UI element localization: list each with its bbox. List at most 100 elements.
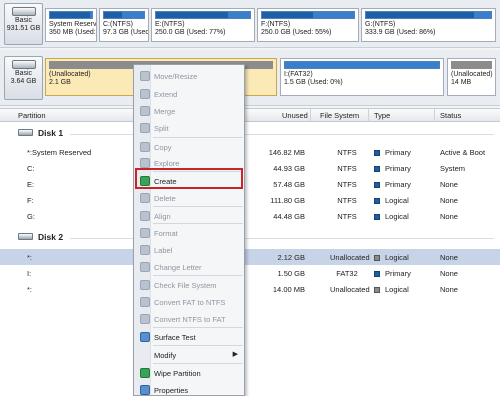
disk1-size: 931.51 GB — [6, 25, 41, 32]
cell-status: Active & Boot — [440, 148, 486, 157]
table-row[interactable]: G: 44.48 GB NTFS Logical None — [0, 208, 500, 224]
disk2-size: 3.64 GB — [10, 78, 37, 85]
type-swatch-icon — [374, 271, 380, 277]
hard-disk-icon — [11, 7, 36, 16]
col-partition[interactable]: Partition — [18, 111, 46, 120]
properties-icon — [140, 385, 150, 395]
menu-item-check-file-system[interactable]: Check File System — [135, 276, 244, 294]
copy-icon — [140, 142, 150, 152]
disk2-label: Disk 2 — [38, 232, 64, 242]
partition-detail: 97.3 GB (Used: — [103, 29, 149, 36]
partition-table: Disk 1 *:System Reserved 146.82 MB NTFS … — [0, 122, 500, 396]
usage-bar — [451, 61, 492, 69]
cell-partition: *: — [27, 253, 33, 262]
usage-bar — [155, 11, 251, 19]
disk1-partition-e[interactable]: E:(NTFS) 250.0 GB (Used: 77%) — [151, 8, 255, 42]
menu-item-surface-test[interactable]: Surface Test — [135, 328, 244, 346]
menu-item-wipe-partition[interactable]: Wipe Partition — [135, 364, 244, 382]
partition-name: G:(NTFS) — [365, 21, 396, 28]
col-status[interactable]: Status — [440, 111, 461, 120]
partition-detail: 350 MB (Used: — [49, 29, 96, 36]
table-row-selected[interactable]: *: 2.12 GB Unallocated Logical None — [0, 249, 500, 265]
partition-table-header: Partition Unused File System Type Status — [0, 108, 500, 122]
menu-item-move-resize[interactable]: Move/Resize — [135, 67, 244, 85]
cell-partition: C: — [27, 164, 35, 173]
disk1-partition-system-reserved[interactable]: System Reserv 350 MB (Used: — [45, 8, 97, 42]
type-swatch-icon — [374, 198, 380, 204]
table-row[interactable]: I: 1.50 GB FAT32 Primary None — [0, 265, 500, 281]
col-file-system[interactable]: File System — [320, 111, 359, 120]
cell-status: None — [440, 269, 458, 278]
disk2-group-header[interactable]: Disk 2 — [0, 230, 500, 246]
menu-item-split[interactable]: Split — [135, 119, 244, 137]
explore-icon — [140, 158, 150, 168]
disk2-map-row: Basic 3.64 GB (Unallocated) 2.1 GB I:(FA… — [0, 50, 500, 106]
table-row[interactable]: E: 57.48 GB NTFS Primary None — [0, 176, 500, 192]
hard-disk-icon — [18, 233, 33, 240]
disk1-group-header[interactable]: Disk 1 — [0, 126, 500, 142]
usage-bar — [261, 11, 355, 19]
partition-name: I:(FAT32) — [284, 71, 313, 78]
type-swatch-icon — [374, 287, 380, 293]
partition-name: E:(NTFS) — [155, 21, 185, 28]
menu-item-properties[interactable]: Properties — [135, 381, 244, 396]
label-icon — [140, 245, 150, 255]
partition-detail: 250.0 GB (Used: 55%) — [261, 29, 332, 36]
partition-name: System Reserv — [49, 21, 97, 28]
menu-item-label[interactable]: Label — [135, 241, 244, 259]
partition-detail: 250.0 GB (Used: 77%) — [155, 29, 226, 36]
disk1-type: Basic — [14, 17, 33, 24]
menu-item-extend[interactable]: Extend — [135, 85, 244, 103]
disk1-partition-c[interactable]: C:(NTFS) 97.3 GB (Used: — [99, 8, 149, 42]
menu-item-change-letter[interactable]: Change Letter — [135, 258, 244, 276]
table-row[interactable]: C: 44.93 GB NTFS Primary System — [0, 160, 500, 176]
cell-partition: F: — [27, 196, 34, 205]
type-swatch-icon — [374, 214, 380, 220]
delete-icon — [140, 193, 150, 203]
cell-fs: NTFS — [337, 148, 357, 157]
disk2-info[interactable]: Basic 3.64 GB — [4, 56, 43, 100]
cell-partition: *: — [27, 285, 33, 294]
disk1-label: Disk 1 — [38, 128, 64, 138]
disk1-partition-f[interactable]: F:(NTFS) 250.0 GB (Used: 55%) — [257, 8, 359, 42]
cell-type: Logical — [374, 285, 409, 294]
disk1-info[interactable]: Basic 931.51 GB — [4, 3, 43, 45]
cell-type: Primary — [374, 164, 411, 173]
partition-detail: 1.5 GB (Used: 0%) — [284, 79, 343, 86]
table-row[interactable]: F: 111.80 GB NTFS Logical None — [0, 192, 500, 208]
cell-fs: NTFS — [337, 212, 357, 221]
cell-status: None — [440, 285, 458, 294]
menu-item-delete[interactable]: Delete — [135, 189, 244, 207]
cell-type: Primary — [374, 180, 411, 189]
menu-item-modify[interactable]: Modify ▶ — [135, 346, 244, 364]
table-row[interactable]: *:System Reserved 146.82 MB NTFS Primary… — [0, 144, 500, 160]
cell-fs: NTFS — [337, 196, 357, 205]
disk1-partition-g[interactable]: G:(NTFS) 333.9 GB (Used: 86%) — [361, 8, 496, 42]
cell-type: Logical — [374, 196, 409, 205]
usage-bar — [49, 11, 93, 19]
cell-unused: 14.00 MB — [272, 285, 305, 294]
wipe-partition-icon — [140, 368, 150, 378]
usage-bar — [284, 61, 440, 69]
cell-unused: 44.93 GB — [273, 164, 305, 173]
cell-type: Logical — [374, 212, 409, 221]
menu-item-convert-ntfs-to-fat[interactable]: Convert NTFS to FAT — [135, 310, 244, 328]
menu-item-merge[interactable]: Merge — [135, 102, 244, 120]
context-menu: Move/Resize Extend Merge Split Copy Expl… — [133, 64, 245, 396]
table-row[interactable]: *: 14.00 MB Unallocated Logical None — [0, 281, 500, 297]
disk2-partition-unallocated-small[interactable]: (Unallocated) 14 MB — [447, 58, 496, 96]
cell-status: None — [440, 212, 458, 221]
col-unused[interactable]: Unused — [282, 111, 308, 120]
align-icon — [140, 211, 150, 221]
col-type[interactable]: Type — [374, 111, 390, 120]
cell-fs: NTFS — [337, 164, 357, 173]
cell-status: None — [440, 253, 458, 262]
cell-unused: 1.50 GB — [277, 269, 305, 278]
disk2-partition-i[interactable]: I:(FAT32) 1.5 GB (Used: 0%) — [280, 58, 444, 96]
type-swatch-icon — [374, 182, 380, 188]
menu-item-format[interactable]: Format — [135, 224, 244, 242]
cell-type: Primary — [374, 148, 411, 157]
move-resize-icon — [140, 71, 150, 81]
menu-item-convert-fat-to-ntfs[interactable]: Convert FAT to NTFS — [135, 293, 244, 311]
cell-unused: 146.82 MB — [268, 148, 305, 157]
